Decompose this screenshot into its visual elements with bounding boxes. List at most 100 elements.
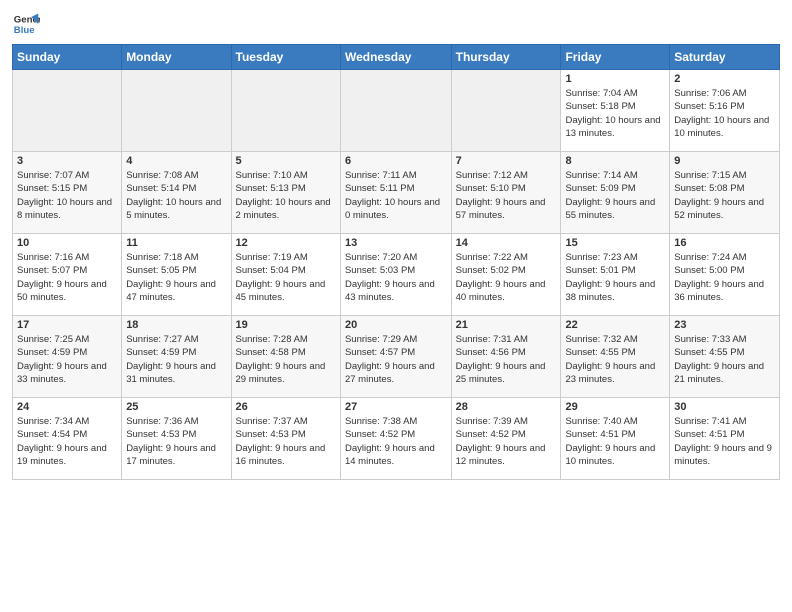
weekday-header-saturday: Saturday <box>670 45 780 70</box>
weekday-header-tuesday: Tuesday <box>231 45 340 70</box>
day-info: Sunrise: 7:39 AM Sunset: 4:52 PM Dayligh… <box>456 415 557 468</box>
weekday-header-wednesday: Wednesday <box>340 45 451 70</box>
weekday-header-thursday: Thursday <box>451 45 561 70</box>
day-info: Sunrise: 7:16 AM Sunset: 5:07 PM Dayligh… <box>17 251 117 304</box>
day-info: Sunrise: 7:33 AM Sunset: 4:55 PM Dayligh… <box>674 333 775 386</box>
day-number: 18 <box>126 319 226 331</box>
day-info: Sunrise: 7:36 AM Sunset: 4:53 PM Dayligh… <box>126 415 226 468</box>
calendar-cell: 7Sunrise: 7:12 AM Sunset: 5:10 PM Daylig… <box>451 152 561 234</box>
calendar-cell <box>13 70 122 152</box>
calendar-week-4: 24 Sunrise: 7:34 AM Sunset: 4:54 PM Dayli… <box>13 398 780 480</box>
calendar-cell: 19Sunrise: 7:28 AM Sunset: 4:58 PM Dayli… <box>231 316 340 398</box>
day-number: 12 <box>236 237 336 249</box>
day-number: 7 <box>456 155 557 167</box>
calendar-cell: 28 Sunrise: 7:39 AM Sunset: 4:52 PM Dayli… <box>451 398 561 480</box>
day-number: 21 <box>456 319 557 331</box>
day-info: Sunrise: 7:18 AM Sunset: 5:05 PM Dayligh… <box>126 251 226 304</box>
day-info: Sunrise: 7:08 AM Sunset: 5:14 PM Dayligh… <box>126 169 226 222</box>
day-number: 8 <box>565 155 665 167</box>
calendar-cell: 26 Sunrise: 7:37 AM Sunset: 4:53 PM Dayli… <box>231 398 340 480</box>
day-info: Sunrise: 7:19 AM Sunset: 5:04 PM Dayligh… <box>236 251 336 304</box>
day-number: 26 <box>236 401 336 413</box>
calendar-cell: 15 Sunrise: 7:23 AM Sunset: 5:01 PM Dayli… <box>561 234 670 316</box>
weekday-header-friday: Friday <box>561 45 670 70</box>
day-info: Sunrise: 7:24 AM Sunset: 5:00 PM Dayligh… <box>674 251 775 304</box>
logo-icon: General Blue <box>12 10 40 38</box>
day-info: Sunrise: 7:23 AM Sunset: 5:01 PM Dayligh… <box>565 251 665 304</box>
calendar-cell: 23 Sunrise: 7:33 AM Sunset: 4:55 PM Dayli… <box>670 316 780 398</box>
day-number: 1 <box>565 73 665 85</box>
day-number: 28 <box>456 401 557 413</box>
calendar-cell: 6 Sunrise: 7:11 AM Sunset: 5:11 PM Daylig… <box>340 152 451 234</box>
calendar-cell <box>340 70 451 152</box>
day-number: 2 <box>674 73 775 85</box>
day-info: Sunrise: 7:04 AM Sunset: 5:18 PM Dayligh… <box>565 87 665 140</box>
calendar-cell: 4 Sunrise: 7:08 AM Sunset: 5:14 PM Daylig… <box>122 152 231 234</box>
day-number: 24 <box>17 401 117 413</box>
day-number: 30 <box>674 401 775 413</box>
day-info: Sunrise: 7:11 AM Sunset: 5:11 PM Dayligh… <box>345 169 447 222</box>
calendar-cell: 5Sunrise: 7:10 AM Sunset: 5:13 PM Daylig… <box>231 152 340 234</box>
day-number: 3 <box>17 155 117 167</box>
day-info: Sunrise: 7:37 AM Sunset: 4:53 PM Dayligh… <box>236 415 336 468</box>
calendar-cell: 9Sunrise: 7:15 AM Sunset: 5:08 PM Daylig… <box>670 152 780 234</box>
calendar-cell: 25 Sunrise: 7:36 AM Sunset: 4:53 PM Dayli… <box>122 398 231 480</box>
calendar-cell: 13 Sunrise: 7:20 AM Sunset: 5:03 PM Dayli… <box>340 234 451 316</box>
day-info: Sunrise: 7:31 AM Sunset: 4:56 PM Dayligh… <box>456 333 557 386</box>
calendar-cell <box>231 70 340 152</box>
calendar-cell: 29 Sunrise: 7:40 AM Sunset: 4:51 PM Dayli… <box>561 398 670 480</box>
day-info: Sunrise: 7:07 AM Sunset: 5:15 PM Dayligh… <box>17 169 117 222</box>
header-row: General Blue <box>12 10 780 38</box>
day-number: 29 <box>565 401 665 413</box>
calendar-cell: 14 Sunrise: 7:22 AM Sunset: 5:02 PM Dayli… <box>451 234 561 316</box>
calendar-cell: 30 Sunrise: 7:41 AM Sunset: 4:51 PM Dayli… <box>670 398 780 480</box>
day-number: 17 <box>17 319 117 331</box>
day-info: Sunrise: 7:22 AM Sunset: 5:02 PM Dayligh… <box>456 251 557 304</box>
day-info: Sunrise: 7:38 AM Sunset: 4:52 PM Dayligh… <box>345 415 447 468</box>
day-info: Sunrise: 7:32 AM Sunset: 4:55 PM Dayligh… <box>565 333 665 386</box>
day-info: Sunrise: 7:40 AM Sunset: 4:51 PM Dayligh… <box>565 415 665 468</box>
day-info: Sunrise: 7:20 AM Sunset: 5:03 PM Dayligh… <box>345 251 447 304</box>
weekday-header-sunday: Sunday <box>13 45 122 70</box>
calendar-week-2: 10 Sunrise: 7:16 AM Sunset: 5:07 PM Dayli… <box>13 234 780 316</box>
day-info: Sunrise: 7:14 AM Sunset: 5:09 PM Dayligh… <box>565 169 665 222</box>
calendar-cell: 22 Sunrise: 7:32 AM Sunset: 4:55 PM Dayli… <box>561 316 670 398</box>
calendar-cell <box>451 70 561 152</box>
day-number: 14 <box>456 237 557 249</box>
day-info: Sunrise: 7:25 AM Sunset: 4:59 PM Dayligh… <box>17 333 117 386</box>
day-number: 22 <box>565 319 665 331</box>
calendar-cell: 8 Sunrise: 7:14 AM Sunset: 5:09 PM Daylig… <box>561 152 670 234</box>
day-info: Sunrise: 7:29 AM Sunset: 4:57 PM Dayligh… <box>345 333 447 386</box>
calendar-week-3: 17 Sunrise: 7:25 AM Sunset: 4:59 PM Dayli… <box>13 316 780 398</box>
day-info: Sunrise: 7:41 AM Sunset: 4:51 PM Dayligh… <box>674 415 775 468</box>
day-number: 27 <box>345 401 447 413</box>
calendar-cell: 11 Sunrise: 7:18 AM Sunset: 5:05 PM Dayli… <box>122 234 231 316</box>
calendar-cell: 1 Sunrise: 7:04 AM Sunset: 5:18 PM Daylig… <box>561 70 670 152</box>
svg-text:Blue: Blue <box>14 25 35 36</box>
day-number: 4 <box>126 155 226 167</box>
day-number: 6 <box>345 155 447 167</box>
calendar-cell: 21 Sunrise: 7:31 AM Sunset: 4:56 PM Dayli… <box>451 316 561 398</box>
calendar-cell: 27 Sunrise: 7:38 AM Sunset: 4:52 PM Dayli… <box>340 398 451 480</box>
day-number: 15 <box>565 237 665 249</box>
day-info: Sunrise: 7:06 AM Sunset: 5:16 PM Dayligh… <box>674 87 775 140</box>
day-info: Sunrise: 7:27 AM Sunset: 4:59 PM Dayligh… <box>126 333 226 386</box>
day-info: Sunrise: 7:15 AM Sunset: 5:08 PM Dayligh… <box>674 169 775 222</box>
calendar-cell: 16Sunrise: 7:24 AM Sunset: 5:00 PM Dayli… <box>670 234 780 316</box>
day-number: 5 <box>236 155 336 167</box>
day-number: 10 <box>17 237 117 249</box>
calendar-body: 1 Sunrise: 7:04 AM Sunset: 5:18 PM Daylig… <box>13 70 780 480</box>
calendar-cell: 12 Sunrise: 7:19 AM Sunset: 5:04 PM Dayli… <box>231 234 340 316</box>
day-number: 23 <box>674 319 775 331</box>
weekday-header-monday: Monday <box>122 45 231 70</box>
day-number: 20 <box>345 319 447 331</box>
day-number: 13 <box>345 237 447 249</box>
calendar-cell: 17 Sunrise: 7:25 AM Sunset: 4:59 PM Dayli… <box>13 316 122 398</box>
calendar-cell: 2 Sunrise: 7:06 AM Sunset: 5:16 PM Daylig… <box>670 70 780 152</box>
calendar-cell: 24 Sunrise: 7:34 AM Sunset: 4:54 PM Dayli… <box>13 398 122 480</box>
day-info: Sunrise: 7:34 AM Sunset: 4:54 PM Dayligh… <box>17 415 117 468</box>
day-number: 25 <box>126 401 226 413</box>
day-info: Sunrise: 7:28 AM Sunset: 4:58 PM Dayligh… <box>236 333 336 386</box>
weekday-header-row: SundayMondayTuesdayWednesdayThursdayFrid… <box>13 45 780 70</box>
day-number: 11 <box>126 237 226 249</box>
